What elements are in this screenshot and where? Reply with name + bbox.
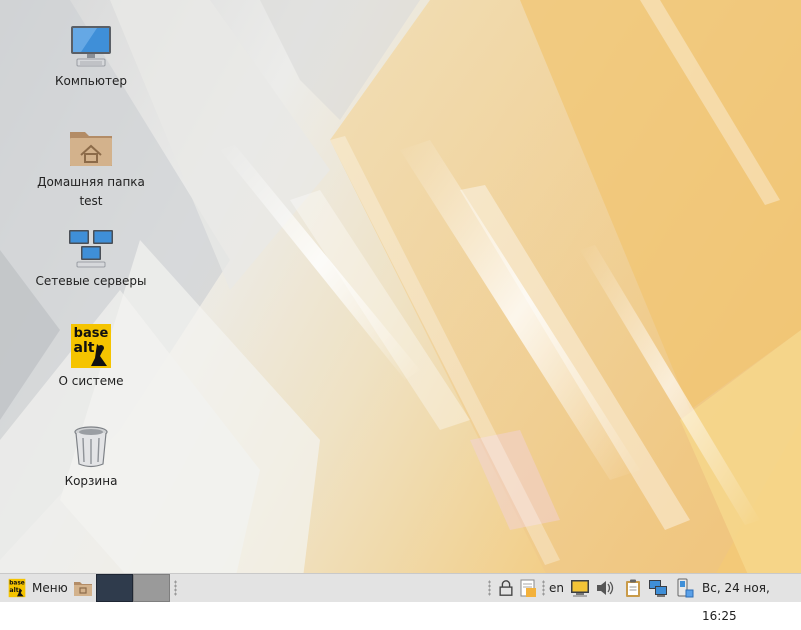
desktop-icon-label: Домашняя папка: [37, 175, 145, 189]
desktop-icon-label: Корзина: [64, 474, 118, 488]
network-connection-icon[interactable]: [648, 578, 668, 598]
workspace-2[interactable]: [133, 574, 170, 602]
panel-separator: [488, 580, 491, 596]
desktop-icon-computer[interactable]: Компьютер: [26, 22, 156, 91]
panel-separator: [174, 580, 177, 596]
removable-device-icon[interactable]: [674, 578, 694, 598]
desktop-icon-sublabel: test: [79, 194, 103, 208]
computer-icon: [71, 26, 111, 67]
start-menu-label: Меню: [32, 581, 68, 595]
file-manager-launcher-icon[interactable]: [73, 578, 93, 598]
workspace-1[interactable]: [96, 574, 133, 602]
home-folder-icon: [70, 132, 112, 166]
lock-screen-icon[interactable]: [497, 579, 515, 597]
svg-text:base: base: [9, 581, 25, 587]
desktop-icon-network-servers[interactable]: Сетевые серверы: [26, 222, 156, 291]
svg-text:alt: alt: [74, 340, 95, 356]
basealt-logo-icon: base alt: [71, 324, 111, 368]
clock[interactable]: Вс, 24 ноя, 16:25: [702, 574, 801, 630]
desktop-icon-about-system[interactable]: base alt О системе: [26, 322, 156, 391]
taskbar: base alt Меню en Вс, 24 ноя, 16:25: [0, 573, 801, 623]
svg-text:alt: alt: [9, 587, 18, 594]
svg-text:base: base: [74, 326, 109, 341]
panel-separator: [542, 580, 545, 596]
volume-icon[interactable]: [595, 578, 615, 598]
clipboard-icon[interactable]: [623, 578, 643, 598]
trash-icon: [74, 426, 108, 468]
desktop-icon-label: О системе: [58, 374, 124, 388]
start-menu-button[interactable]: base alt Меню: [3, 574, 71, 602]
desktop-icon-label: Сетевые серверы: [35, 274, 147, 288]
desktop-icon-trash[interactable]: Корзина: [26, 422, 156, 491]
update-manager-icon[interactable]: [570, 578, 590, 598]
network-servers-icon: [69, 230, 113, 268]
desktop-icon-label: Компьютер: [55, 74, 127, 88]
desktop-icon-home-folder[interactable]: Домашняя папка test: [26, 123, 156, 211]
clipboard-notes-icon[interactable]: [518, 578, 538, 598]
basealt-menu-logo-icon: base alt: [8, 578, 26, 598]
keyboard-layout-indicator[interactable]: en: [549, 574, 564, 602]
